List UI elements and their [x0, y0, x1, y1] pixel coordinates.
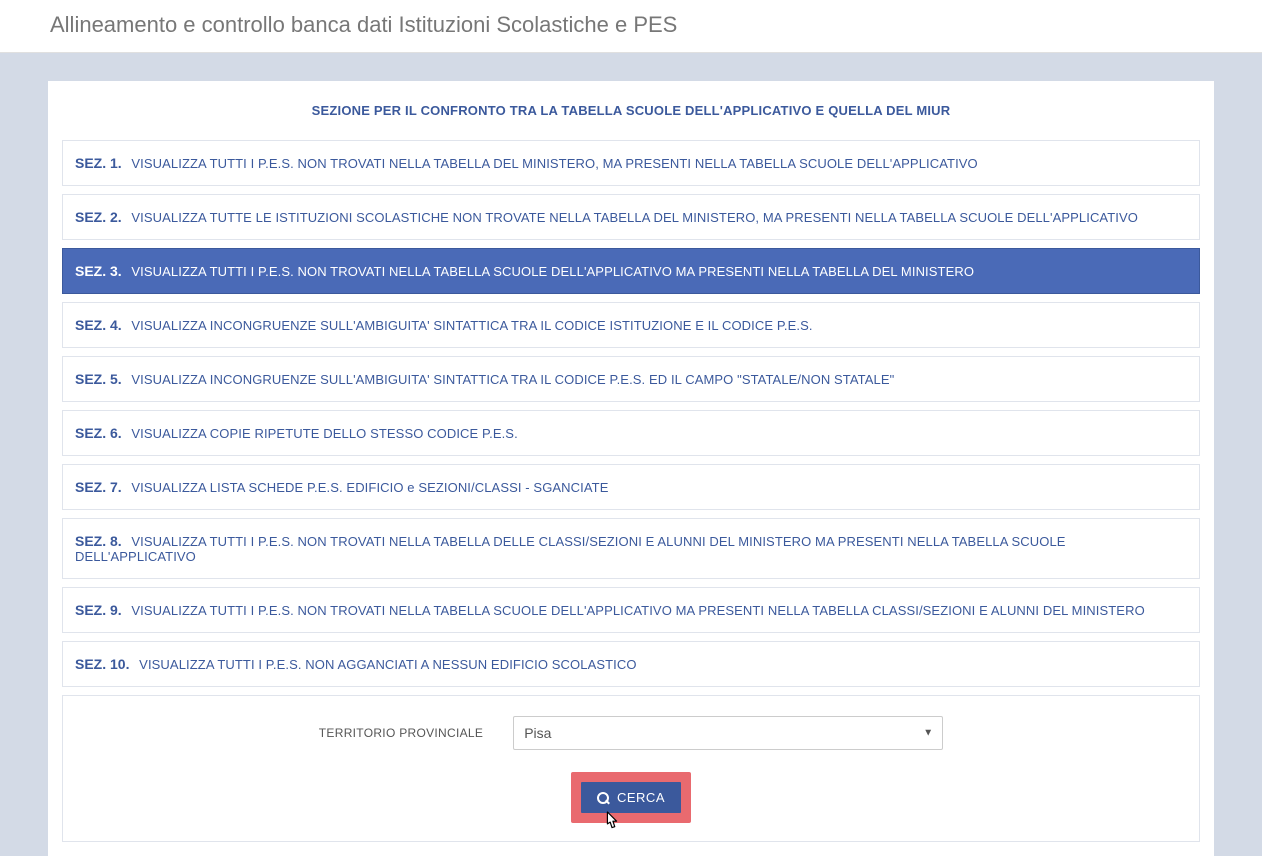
section-text: VISUALIZZA INCONGRUENZE SULL'AMBIGUITA' …	[128, 318, 813, 333]
section-text: VISUALIZZA COPIE RIPETUTE DELLO STESSO C…	[128, 426, 518, 441]
cerca-highlight: CERCA	[571, 772, 691, 823]
page-header: Allineamento e controllo banca dati Isti…	[0, 0, 1262, 53]
section-item-1[interactable]: SEZ. 1. VISUALIZZA TUTTI I P.E.S. NON TR…	[62, 140, 1200, 186]
section-text: VISUALIZZA TUTTI I P.E.S. NON TROVATI NE…	[128, 264, 974, 279]
section-text: VISUALIZZA TUTTI I P.E.S. NON TROVATI NE…	[128, 156, 978, 171]
page-title: Allineamento e controllo banca dati Isti…	[50, 12, 1212, 38]
section-prefix: SEZ. 8.	[75, 533, 122, 549]
cerca-button[interactable]: CERCA	[581, 782, 681, 813]
section-item-10[interactable]: SEZ. 10. VISUALIZZA TUTTI I P.E.S. NON A…	[62, 641, 1200, 687]
section-prefix: SEZ. 1.	[75, 155, 122, 171]
section-prefix: SEZ. 3.	[75, 263, 122, 279]
search-icon	[597, 792, 609, 804]
section-text: VISUALIZZA TUTTE LE ISTITUZIONI SCOLASTI…	[128, 210, 1138, 225]
section-heading: SEZIONE PER IL CONFRONTO TRA LA TABELLA …	[62, 103, 1200, 118]
content-wrap: SEZIONE PER IL CONFRONTO TRA LA TABELLA …	[0, 53, 1262, 856]
section-item-9[interactable]: SEZ. 9. VISUALIZZA TUTTI I P.E.S. NON TR…	[62, 587, 1200, 633]
main-panel: SEZIONE PER IL CONFRONTO TRA LA TABELLA …	[48, 81, 1214, 856]
section-prefix: SEZ. 4.	[75, 317, 122, 333]
section-item-6[interactable]: SEZ. 6. VISUALIZZA COPIE RIPETUTE DELLO …	[62, 410, 1200, 456]
section-prefix: SEZ. 2.	[75, 209, 122, 225]
territorio-select[interactable]: Pisa	[513, 716, 943, 750]
filter-box: TERRITORIO PROVINCIALE Pisa ▼ CERCA	[62, 695, 1200, 842]
section-prefix: SEZ. 7.	[75, 479, 122, 495]
section-item-8[interactable]: SEZ. 8. VISUALIZZA TUTTI I P.E.S. NON TR…	[62, 518, 1200, 579]
section-prefix: SEZ. 5.	[75, 371, 122, 387]
cerca-button-label: CERCA	[617, 790, 665, 805]
section-prefix: SEZ. 10.	[75, 656, 129, 672]
section-prefix: SEZ. 6.	[75, 425, 122, 441]
section-text: VISUALIZZA TUTTI I P.E.S. NON AGGANCIATI…	[135, 657, 636, 672]
territorio-select-wrap: Pisa ▼	[513, 716, 943, 750]
section-item-2[interactable]: SEZ. 2. VISUALIZZA TUTTE LE ISTITUZIONI …	[62, 194, 1200, 240]
section-text: VISUALIZZA LISTA SCHEDE P.E.S. EDIFICIO …	[128, 480, 609, 495]
section-item-3[interactable]: SEZ. 3. VISUALIZZA TUTTI I P.E.S. NON TR…	[62, 248, 1200, 294]
section-item-7[interactable]: SEZ. 7. VISUALIZZA LISTA SCHEDE P.E.S. E…	[62, 464, 1200, 510]
section-prefix: SEZ. 9.	[75, 602, 122, 618]
section-text: VISUALIZZA INCONGRUENZE SULL'AMBIGUITA' …	[128, 372, 895, 387]
filter-row: TERRITORIO PROVINCIALE Pisa ▼	[73, 716, 1189, 750]
territorio-label: TERRITORIO PROVINCIALE	[319, 726, 483, 740]
section-text: VISUALIZZA TUTTI I P.E.S. NON TROVATI NE…	[75, 534, 1066, 564]
section-list: SEZ. 1. VISUALIZZA TUTTI I P.E.S. NON TR…	[62, 140, 1200, 687]
section-item-5[interactable]: SEZ. 5. VISUALIZZA INCONGRUENZE SULL'AMB…	[62, 356, 1200, 402]
section-item-4[interactable]: SEZ. 4. VISUALIZZA INCONGRUENZE SULL'AMB…	[62, 302, 1200, 348]
section-text: VISUALIZZA TUTTI I P.E.S. NON TROVATI NE…	[128, 603, 1145, 618]
